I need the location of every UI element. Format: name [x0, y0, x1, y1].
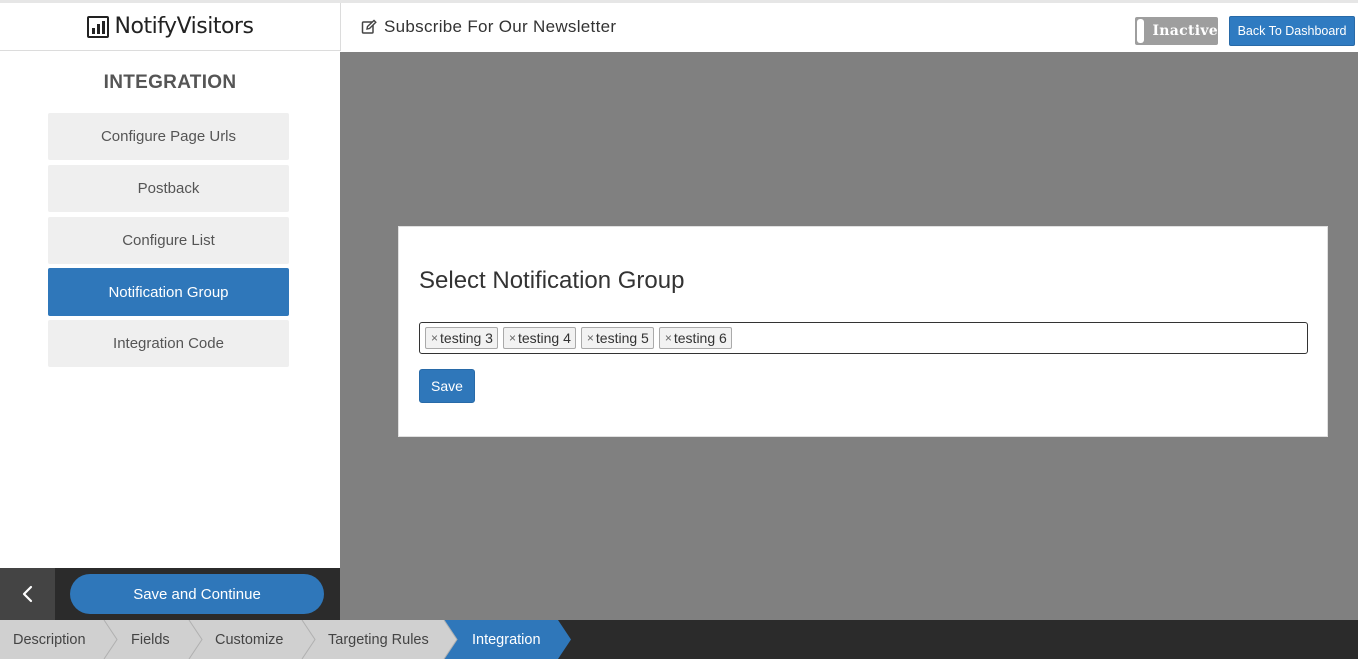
selected-tag: × testing 6	[658, 327, 732, 349]
selected-tag: × testing 4	[502, 327, 576, 349]
remove-tag-icon[interactable]: ×	[587, 331, 594, 345]
back-to-dashboard-button[interactable]: Back To Dashboard	[1229, 16, 1355, 46]
step-description[interactable]: Description	[13, 620, 86, 659]
tag-label: testing 5	[595, 330, 649, 346]
sidebar-item-configure-list[interactable]: Configure List	[48, 217, 289, 264]
brand-name: NotifyVisitors	[114, 14, 254, 39]
chart-logo-icon	[86, 15, 109, 38]
tag-label: testing 6	[673, 330, 727, 346]
main-overlay: Select Notification Group × testing 3 × …	[340, 52, 1358, 620]
chevron-left-icon	[22, 585, 32, 603]
sidebar: INTEGRATION Configure Page Urls Postback…	[0, 52, 340, 568]
step-integration[interactable]: Integration	[472, 620, 541, 659]
remove-tag-icon[interactable]: ×	[665, 331, 672, 345]
sidebar-item-notification-group[interactable]: Notification Group	[48, 268, 289, 316]
sidebar-item-configure-page-urls[interactable]: Configure Page Urls	[48, 113, 289, 160]
sidebar-item-integration-code[interactable]: Integration Code	[48, 320, 289, 367]
card-title: Select Notification Group	[419, 267, 685, 294]
sidebar-footer: Save and Continue	[0, 568, 340, 620]
step-targeting-rules[interactable]: Targeting Rules	[328, 620, 429, 659]
remove-tag-icon[interactable]: ×	[431, 331, 438, 345]
page-title-text: Subscribe For Our Newsletter	[384, 17, 617, 36]
step-fields[interactable]: Fields	[131, 620, 170, 659]
sidebar-item-postback[interactable]: Postback	[48, 165, 289, 212]
step-customize[interactable]: Customize	[215, 620, 284, 659]
brand-logo[interactable]: NotifyVisitors	[0, 3, 340, 51]
tag-label: testing 3	[440, 330, 493, 346]
selected-tag: × testing 3	[425, 327, 498, 349]
notification-group-card: Select Notification Group × testing 3 × …	[398, 226, 1328, 437]
page-title: Subscribe For Our Newsletter	[361, 17, 616, 37]
save-and-continue-button[interactable]: Save and Continue	[70, 574, 324, 614]
remove-tag-icon[interactable]: ×	[509, 331, 516, 345]
steps-background	[0, 620, 571, 659]
status-toggle[interactable]: Inactive	[1135, 17, 1218, 45]
previous-step-button[interactable]	[0, 568, 55, 620]
sidebar-title: INTEGRATION	[103, 72, 237, 93]
tag-label: testing 4	[517, 330, 571, 346]
selected-tag: × testing 5	[580, 327, 654, 349]
edit-icon	[361, 19, 377, 34]
wizard-steps: Description Fields Customize Targeting R…	[0, 620, 1358, 659]
toggle-knob	[1137, 19, 1145, 43]
save-button[interactable]: Save	[419, 369, 475, 403]
header: Subscribe For Our Newsletter Inactive Ba…	[340, 3, 1358, 51]
notification-group-select[interactable]: × testing 3 × testing 4 × testing 5 × te…	[419, 322, 1308, 354]
status-toggle-label: Inactive	[1152, 23, 1218, 39]
